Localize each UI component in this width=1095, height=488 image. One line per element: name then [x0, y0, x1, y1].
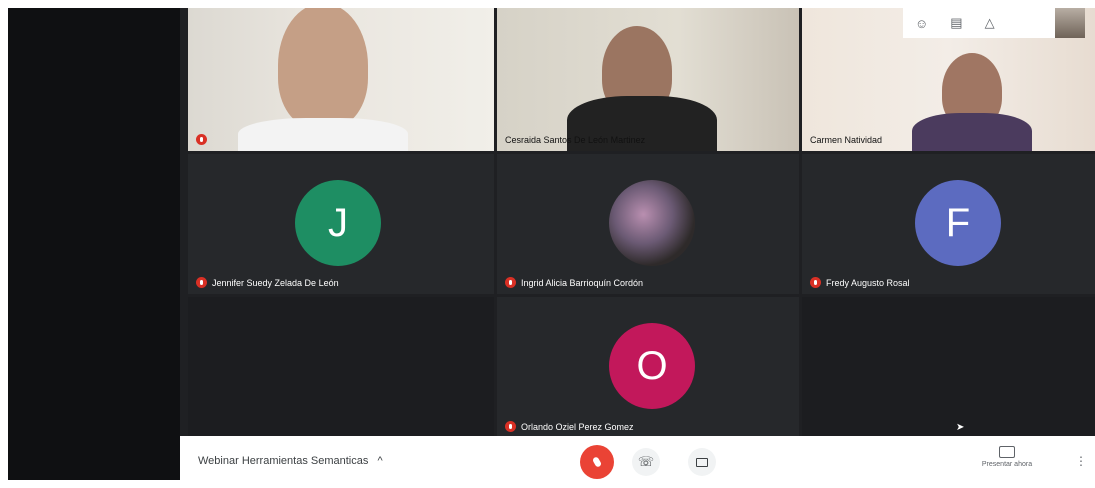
participant-name: Orlando Oziel Perez Gomez [521, 421, 634, 432]
participant-tile-6[interactable]: F Fredy Augusto Rosal [802, 154, 1095, 294]
avatar-photo [609, 180, 695, 266]
mic-off-icon [505, 277, 516, 288]
present-label: Presentar ahora [981, 461, 1033, 468]
activities-icon[interactable]: △ [985, 15, 995, 31]
meeting-details[interactable]: Webinar Herramientas Semanticas ^ [198, 455, 383, 467]
mic-off-icon [196, 134, 207, 145]
chat-icon[interactable]: ▤ [950, 15, 962, 31]
camera-icon [696, 457, 708, 467]
chevron-up-icon: ^ [377, 455, 383, 467]
mic-toggle-button[interactable] [580, 445, 614, 479]
participant-name: Jennifer Suedy Zelada De León [212, 277, 339, 288]
mic-off-icon [196, 277, 207, 288]
empty-tile-right: ➤ [802, 297, 1095, 438]
bottom-control-bar: Webinar Herramientas Semanticas ^ ☏ Pres… [180, 436, 1095, 480]
mic-off-icon [505, 421, 516, 432]
participant-tile-3[interactable]: Carmen Natividad ☺ ▤ △ [802, 8, 1095, 151]
more-options-icon[interactable]: ⋮ [1075, 454, 1087, 468]
participant-shirt [912, 113, 1032, 151]
present-screen-icon [999, 446, 1015, 458]
meet-window: Cesraida Santos De León Martinez Carmen … [8, 8, 1095, 480]
camera-toggle-button[interactable] [688, 448, 716, 476]
participant-video [278, 8, 368, 128]
participant-tile-7[interactable]: O Orlando Oziel Perez Gomez [497, 297, 799, 438]
hangup-icon: ☏ [637, 454, 655, 469]
left-dark-panel [8, 8, 180, 480]
participant-tile-2[interactable]: Cesraida Santos De León Martinez [497, 8, 799, 151]
meeting-title: Webinar Herramientas Semanticas [198, 455, 369, 467]
self-view-thumbnail[interactable] [1055, 8, 1085, 38]
people-icon[interactable]: ☺ [915, 16, 928, 31]
present-now-button[interactable]: Presentar ahora [977, 446, 1037, 468]
participant-name: Cesraida Santos De León Martinez [505, 135, 646, 145]
empty-tile-left [188, 297, 494, 438]
participant-name: Ingrid Alicia Barrioquín Cordón [521, 277, 644, 288]
participant-shirt [238, 118, 408, 151]
hangup-button[interactable]: ☏ [632, 448, 660, 476]
top-toolbar: ☺ ▤ △ [903, 8, 1085, 38]
participant-name: Fredy Augusto Rosal [826, 277, 910, 288]
mic-off-icon [810, 277, 821, 288]
mic-off-icon [591, 456, 603, 468]
participant-grid: Cesraida Santos De León Martinez Carmen … [188, 8, 1095, 438]
avatar: O [609, 323, 695, 409]
participant-tile-5[interactable]: Ingrid Alicia Barrioquín Cordón [497, 154, 799, 294]
participant-name: Carmen Natividad [810, 135, 883, 145]
participant-tile-1[interactable] [188, 8, 494, 151]
participant-tile-4[interactable]: J Jennifer Suedy Zelada De León [188, 154, 494, 294]
avatar: F [915, 180, 1001, 266]
avatar: J [295, 180, 381, 266]
mouse-cursor-icon: ➤ [956, 422, 965, 433]
